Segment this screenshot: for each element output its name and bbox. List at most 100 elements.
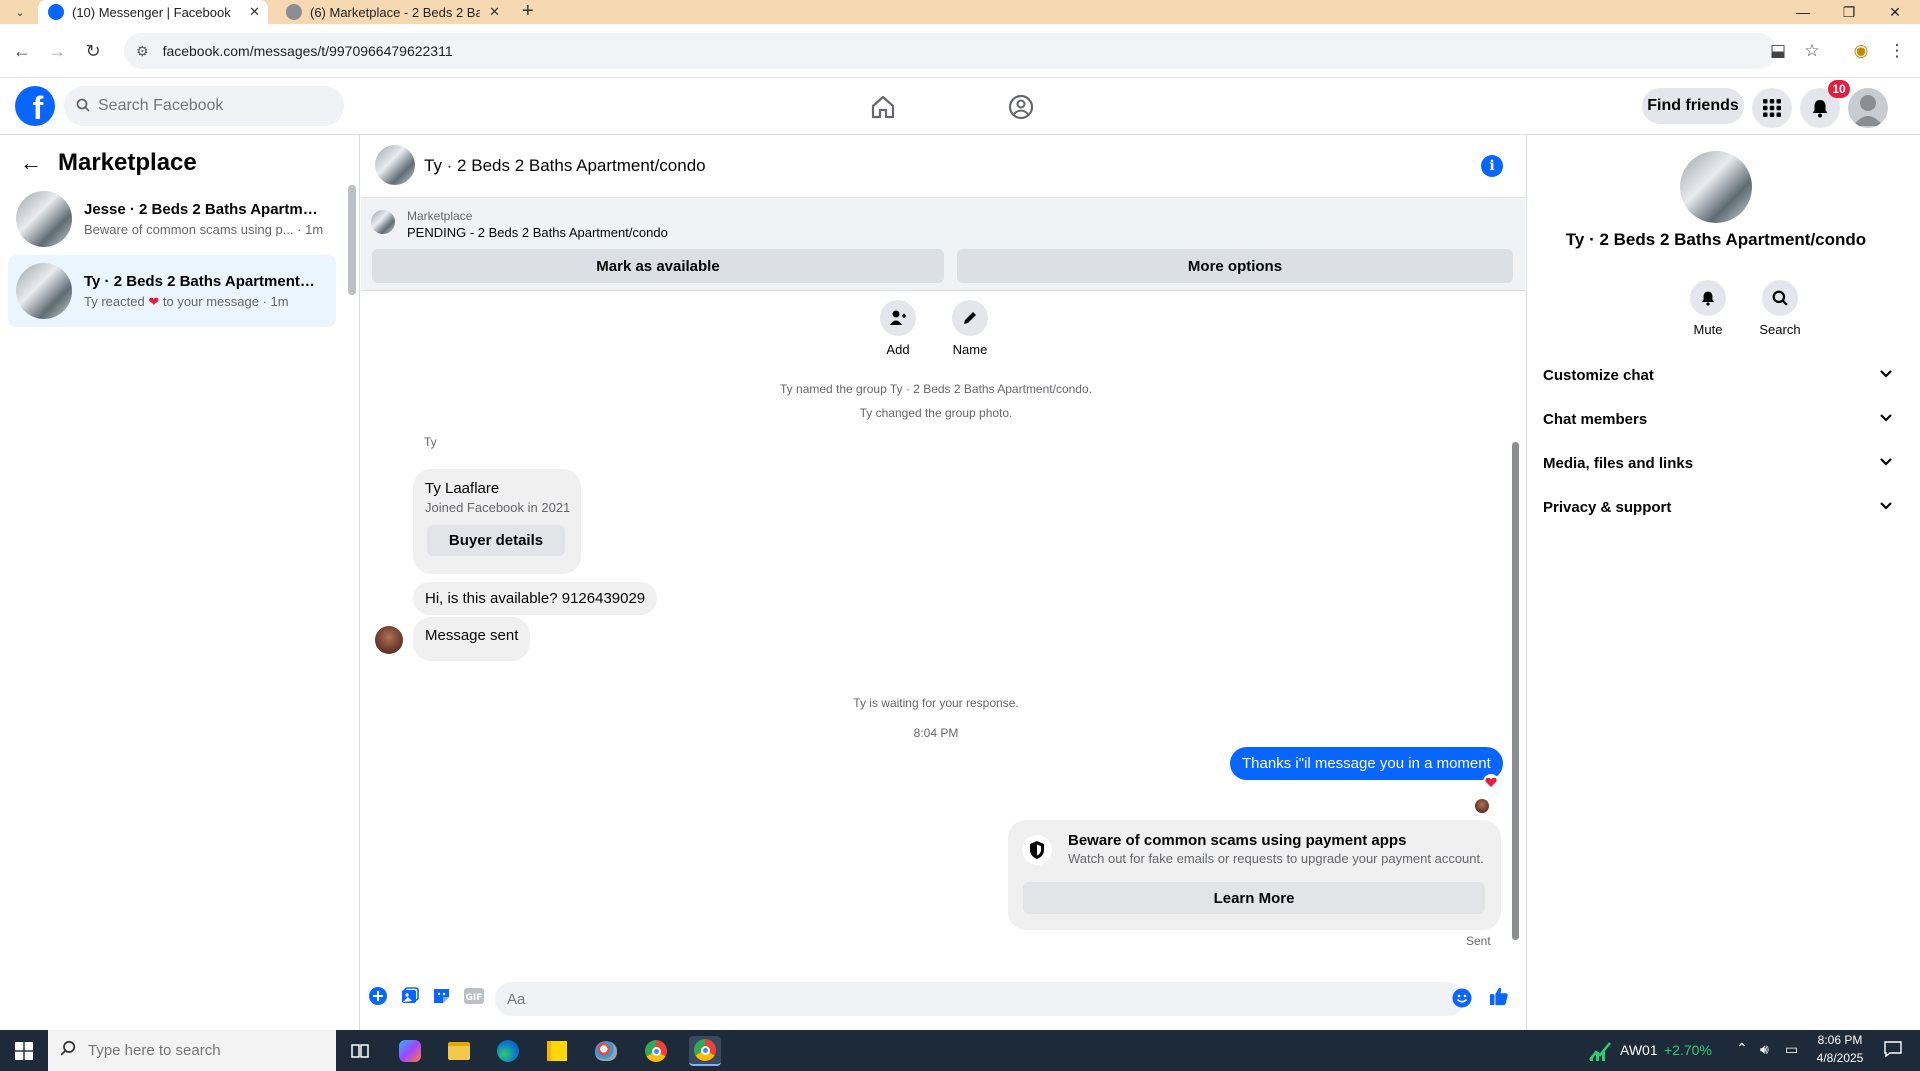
browser-menu-icon[interactable]: ⋮ xyxy=(1884,38,1910,64)
name-group-action[interactable]: Name xyxy=(940,300,1000,357)
gif-icon[interactable]: GIF xyxy=(464,986,484,1006)
clock-date[interactable]: 4/8/2025 xyxy=(1811,1051,1869,1065)
back-arrow-icon[interactable]: ← xyxy=(9,38,35,64)
incoming-message[interactable]: Hi, is this available? 9126439029 xyxy=(413,582,658,615)
info-icon[interactable]: i xyxy=(1481,155,1503,177)
search-icon xyxy=(1762,280,1798,316)
address-bar[interactable]: ⚙ facebook.com/messages/t/99709664796223… xyxy=(124,33,1776,69)
edge-browser-icon[interactable] xyxy=(492,1036,524,1066)
bookmark-star-icon[interactable]: ☆ xyxy=(1799,38,1825,64)
taskbar-search-input[interactable] xyxy=(88,1042,288,1059)
shield-icon xyxy=(1022,835,1052,865)
outgoing-message[interactable]: Thanks i"il message you in a moment xyxy=(1230,747,1503,780)
restore-button[interactable]: ❐ xyxy=(1826,0,1872,24)
message-thread: Add Name Ty named the group Ty · 2 Beds … xyxy=(361,292,1525,952)
stock-chart-icon[interactable] xyxy=(1588,1040,1612,1067)
tab-search-dropdown[interactable]: ⌄ xyxy=(6,3,34,21)
sidebar-header: ← Marketplace xyxy=(20,149,197,177)
buyer-details-button[interactable]: Buyer details xyxy=(427,525,565,556)
photo-icon[interactable] xyxy=(400,986,420,1006)
task-view-icon[interactable] xyxy=(344,1036,376,1066)
home-icon[interactable] xyxy=(868,92,898,122)
tab-title: (6) Marketplace - 2 Beds 2 Bath xyxy=(310,4,480,20)
sticky-notes-icon[interactable] xyxy=(541,1036,573,1066)
clock-time[interactable]: 8:06 PM xyxy=(1811,1033,1869,1047)
profile-icon[interactable]: ◉ xyxy=(1848,38,1874,64)
copilot-icon[interactable] xyxy=(394,1036,426,1066)
listing-thumbnail xyxy=(16,263,72,319)
add-member-action[interactable]: Add xyxy=(868,300,928,357)
site-info-icon[interactable]: ⚙ xyxy=(136,43,149,60)
section-label: Customize chat xyxy=(1543,366,1654,384)
mark-as-available-button[interactable]: Mark as available xyxy=(372,249,944,283)
conversation-name: Ty · 2 Beds 2 Baths Apartment/c... xyxy=(84,272,319,290)
file-explorer-icon[interactable] xyxy=(443,1036,475,1066)
section-privacy-support[interactable]: Privacy & support xyxy=(1543,489,1893,525)
conversation-snippet: Beware of common scams using p... · 1m xyxy=(84,222,324,237)
scam-warning-card: Beware of common scams using payment app… xyxy=(1008,820,1501,930)
notification-center-icon[interactable] xyxy=(1884,1040,1902,1061)
mute-action[interactable]: Mute xyxy=(1678,280,1738,337)
facebook-search[interactable] xyxy=(64,86,344,126)
install-app-icon[interactable]: ⬓ xyxy=(1765,38,1791,64)
emoji-icon[interactable] xyxy=(1452,988,1472,1008)
network-icon[interactable]: ▭ xyxy=(1785,1041,1798,1058)
thumbs-up-icon[interactable] xyxy=(1489,986,1509,1006)
conversation-item-jesse[interactable]: Jesse · 2 Beds 2 Baths Apartmen... Bewar… xyxy=(8,183,336,255)
section-chat-members[interactable]: Chat members xyxy=(1543,401,1893,437)
account-avatar[interactable] xyxy=(1848,88,1888,128)
thread-scrollbar[interactable] xyxy=(1512,442,1519,940)
chat-photo[interactable] xyxy=(1680,151,1752,223)
chrome-profile-icon[interactable] xyxy=(689,1036,721,1066)
tab-title: (10) Messenger | Facebook xyxy=(72,4,231,20)
forward-arrow-icon[interactable]: → xyxy=(44,38,70,64)
learn-more-button[interactable]: Learn More xyxy=(1023,882,1485,914)
facebook-favicon-icon xyxy=(48,4,64,20)
new-tab-button[interactable]: + xyxy=(522,0,534,24)
section-media-files-links[interactable]: Media, files and links xyxy=(1543,445,1893,481)
more-options-button[interactable]: More options xyxy=(957,249,1513,283)
menu-grid-icon[interactable] xyxy=(1752,88,1792,128)
paint-app-icon[interactable] xyxy=(590,1036,622,1066)
section-label: Media, files and links xyxy=(1543,454,1694,472)
snippet-prefix: Ty reacted xyxy=(84,293,145,309)
buyer-joined: Joined Facebook in 2021 xyxy=(425,500,571,515)
chevron-down-icon xyxy=(1879,366,1893,384)
chrome-icon[interactable] xyxy=(640,1036,672,1066)
heart-reaction-icon[interactable] xyxy=(1483,774,1499,790)
reload-icon[interactable]: ↻ xyxy=(80,38,106,64)
find-friends-button[interactable]: Find friends xyxy=(1642,88,1744,124)
sender-avatar[interactable] xyxy=(375,626,403,654)
close-window-button[interactable]: ✕ xyxy=(1872,0,1918,24)
plus-circle-icon[interactable] xyxy=(368,986,388,1006)
back-arrow-icon[interactable]: ← xyxy=(20,150,42,176)
details-title: Ty · 2 Beds 2 Baths Apartment/condo xyxy=(1565,230,1867,249)
marketplace-label: Marketplace xyxy=(407,209,473,223)
chat-thumbnail[interactable] xyxy=(375,145,415,185)
taskbar-search[interactable] xyxy=(48,1030,336,1071)
sidebar-scrollbar[interactable] xyxy=(348,185,356,295)
search-input[interactable] xyxy=(98,97,318,115)
close-tab-icon[interactable]: ✕ xyxy=(249,4,260,20)
browser-tab-marketplace[interactable]: (6) Marketplace - 2 Beds 2 Bath ✕ xyxy=(276,0,508,24)
conversation-item-ty[interactable]: Ty · 2 Beds 2 Baths Apartment/c... Ty re… xyxy=(8,255,336,327)
facebook-logo-icon[interactable]: f xyxy=(15,86,55,126)
minimize-button[interactable]: — xyxy=(1780,0,1826,24)
add-person-icon xyxy=(880,300,916,336)
show-hidden-icons-icon[interactable]: ⌃ xyxy=(1736,1040,1748,1057)
section-customize-chat[interactable]: Customize chat xyxy=(1543,357,1893,393)
message-input[interactable] xyxy=(495,982,1465,1016)
search-action[interactable]: Search xyxy=(1750,280,1810,337)
browser-tab-messenger[interactable]: (10) Messenger | Facebook ✕ xyxy=(38,0,268,24)
sticker-icon[interactable] xyxy=(432,986,452,1006)
conversation-snippet: Ty reacted ❤ to your message · 1m xyxy=(84,294,319,310)
groups-icon[interactable] xyxy=(1006,92,1036,122)
incoming-message[interactable]: Message sent xyxy=(413,617,531,661)
close-tab-icon[interactable]: ✕ xyxy=(489,4,500,20)
speaker-icon[interactable]: 🔊︎ xyxy=(1760,1041,1769,1058)
section-label: Chat members xyxy=(1543,410,1648,428)
chat-title[interactable]: Ty · 2 Beds 2 Baths Apartment/condo xyxy=(424,156,706,176)
read-receipt-avatar xyxy=(1475,799,1489,813)
url-text: facebook.com/messages/t/9970966479622311 xyxy=(162,43,453,59)
windows-start-icon[interactable] xyxy=(0,1030,48,1071)
